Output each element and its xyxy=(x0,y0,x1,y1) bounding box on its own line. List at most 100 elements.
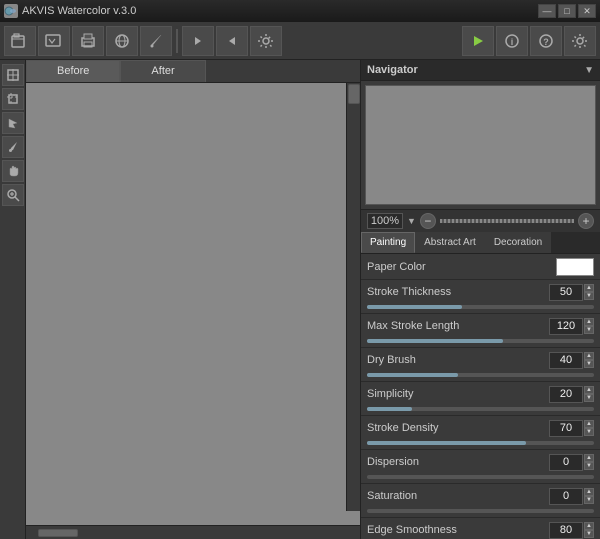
slider-track-3[interactable] xyxy=(367,407,594,411)
toolbar: i ? xyxy=(0,22,600,60)
tool-hand[interactable] xyxy=(2,160,24,182)
slider-row-2 xyxy=(361,372,600,381)
scrollbar-horizontal[interactable] xyxy=(26,525,360,539)
tool-crop[interactable] xyxy=(2,88,24,110)
slider-track-5[interactable] xyxy=(367,475,594,479)
left-sidebar xyxy=(0,60,26,539)
tool-selection[interactable] xyxy=(2,112,24,134)
zoom-minus-button[interactable]: − xyxy=(420,213,436,229)
tab-abstract-art[interactable]: Abstract Art xyxy=(415,232,485,253)
open-button[interactable] xyxy=(38,26,70,56)
spin-down-4[interactable]: ▼ xyxy=(584,428,594,436)
zoom-plus-button[interactable]: + xyxy=(578,213,594,229)
tool-zoom[interactable] xyxy=(2,184,24,206)
spin-up-5[interactable]: ▲ xyxy=(584,454,594,462)
settings-rows-container: Stroke Thickness50▲▼Max Stroke Length120… xyxy=(361,280,600,539)
window-controls: — □ ✕ xyxy=(538,4,596,18)
file-open-button[interactable] xyxy=(4,26,36,56)
spin-down-2[interactable]: ▼ xyxy=(584,360,594,368)
setting-value-0[interactable]: 50 xyxy=(549,284,583,301)
brush-button[interactable] xyxy=(140,26,172,56)
slider-track-0[interactable] xyxy=(367,305,594,309)
help-button[interactable]: ? xyxy=(530,26,562,56)
svg-text:i: i xyxy=(511,37,514,47)
forward-button[interactable] xyxy=(216,26,248,56)
setting-value-3[interactable]: 20 xyxy=(549,386,583,403)
navigator-title: Navigator xyxy=(367,64,418,76)
paper-color-swatch[interactable] xyxy=(556,258,594,276)
setting-value-6[interactable]: 0 xyxy=(549,488,583,505)
setting-value-7[interactable]: 80 xyxy=(549,522,583,539)
slider-track-2[interactable] xyxy=(367,373,594,377)
play-button[interactable] xyxy=(462,26,494,56)
tool-move[interactable] xyxy=(2,64,24,86)
paper-color-row: Paper Color xyxy=(361,254,600,280)
setting-value-4[interactable]: 70 xyxy=(549,420,583,437)
canvas-area: Before After xyxy=(26,60,360,539)
print-button[interactable] xyxy=(72,26,104,56)
setting-row-4: Stroke Density70▲▼ xyxy=(361,416,600,450)
navigator-zoom: 100% ▼ − + xyxy=(361,209,600,232)
navigator-dropdown-icon[interactable]: ▼ xyxy=(584,65,594,76)
setting-row-1: Max Stroke Length120▲▼ xyxy=(361,314,600,348)
svg-text:?: ? xyxy=(543,37,549,47)
setting-value-1[interactable]: 120 xyxy=(549,318,583,335)
right-panel: Navigator ▼ 100% ▼ − + Painting Abstract… xyxy=(360,60,600,539)
scrollbar-thumb[interactable] xyxy=(38,529,78,537)
setting-label-0: Stroke Thickness xyxy=(367,286,549,298)
preferences-button[interactable] xyxy=(564,26,596,56)
scrollbar-vertical[interactable] xyxy=(346,83,360,511)
spin-up-1[interactable]: ▲ xyxy=(584,318,594,326)
tab-decoration[interactable]: Decoration xyxy=(485,232,551,253)
zoom-value[interactable]: 100% xyxy=(367,213,403,229)
setting-value-5[interactable]: 0 xyxy=(549,454,583,471)
setting-label-2: Dry Brush xyxy=(367,354,549,366)
settings-content: Paper Color Stroke Thickness50▲▼Max Stro… xyxy=(361,254,600,539)
spin-down-3[interactable]: ▼ xyxy=(584,394,594,402)
zoom-slider[interactable] xyxy=(440,219,574,223)
toolbar-right: i ? xyxy=(462,26,596,56)
slider-fill-0 xyxy=(367,305,462,309)
close-button[interactable]: ✕ xyxy=(578,4,596,18)
web-button[interactable] xyxy=(106,26,138,56)
app-icon xyxy=(4,4,18,18)
slider-track-4[interactable] xyxy=(367,441,594,445)
slider-track-1[interactable] xyxy=(367,339,594,343)
spin-up-0[interactable]: ▲ xyxy=(584,284,594,292)
setting-label-1: Max Stroke Length xyxy=(367,320,549,332)
tab-painting[interactable]: Painting xyxy=(361,232,415,253)
spin-down-0[interactable]: ▼ xyxy=(584,292,594,300)
spin-up-2[interactable]: ▲ xyxy=(584,352,594,360)
setting-row-7: Edge Smoothness80▲▼ xyxy=(361,518,600,539)
slider-row-4 xyxy=(361,440,600,449)
minimize-button[interactable]: — xyxy=(538,4,556,18)
toolbar-separator-1 xyxy=(176,29,178,53)
title-bar: AKVIS Watercolor v.3.0 — □ ✕ xyxy=(0,0,600,22)
spin-up-4[interactable]: ▲ xyxy=(584,420,594,428)
settings-tabs: Painting Abstract Art Decoration xyxy=(361,232,600,254)
slider-track-6[interactable] xyxy=(367,509,594,513)
tab-before[interactable]: Before xyxy=(26,60,120,82)
back-button[interactable] xyxy=(182,26,214,56)
settings-button[interactable] xyxy=(250,26,282,56)
spin-down-7[interactable]: ▼ xyxy=(584,530,594,538)
setting-row-2: Dry Brush40▲▼ xyxy=(361,348,600,382)
spin-up-6[interactable]: ▲ xyxy=(584,488,594,496)
paper-color-label: Paper Color xyxy=(367,261,556,273)
zoom-dropdown-icon[interactable]: ▼ xyxy=(407,216,416,226)
spin-up-7[interactable]: ▲ xyxy=(584,522,594,530)
slider-row-5 xyxy=(361,474,600,483)
spin-down-6[interactable]: ▼ xyxy=(584,496,594,504)
spin-up-3[interactable]: ▲ xyxy=(584,386,594,394)
setting-label-6: Saturation xyxy=(367,490,549,502)
tab-after[interactable]: After xyxy=(120,60,205,82)
spin-down-1[interactable]: ▼ xyxy=(584,326,594,334)
setting-row-6: Saturation0▲▼ xyxy=(361,484,600,518)
canvas-content xyxy=(26,83,360,525)
info-button[interactable]: i xyxy=(496,26,528,56)
spin-down-5[interactable]: ▼ xyxy=(584,462,594,470)
setting-label-5: Dispersion xyxy=(367,456,549,468)
maximize-button[interactable]: □ xyxy=(558,4,576,18)
tool-paint[interactable] xyxy=(2,136,24,158)
setting-value-2[interactable]: 40 xyxy=(549,352,583,369)
